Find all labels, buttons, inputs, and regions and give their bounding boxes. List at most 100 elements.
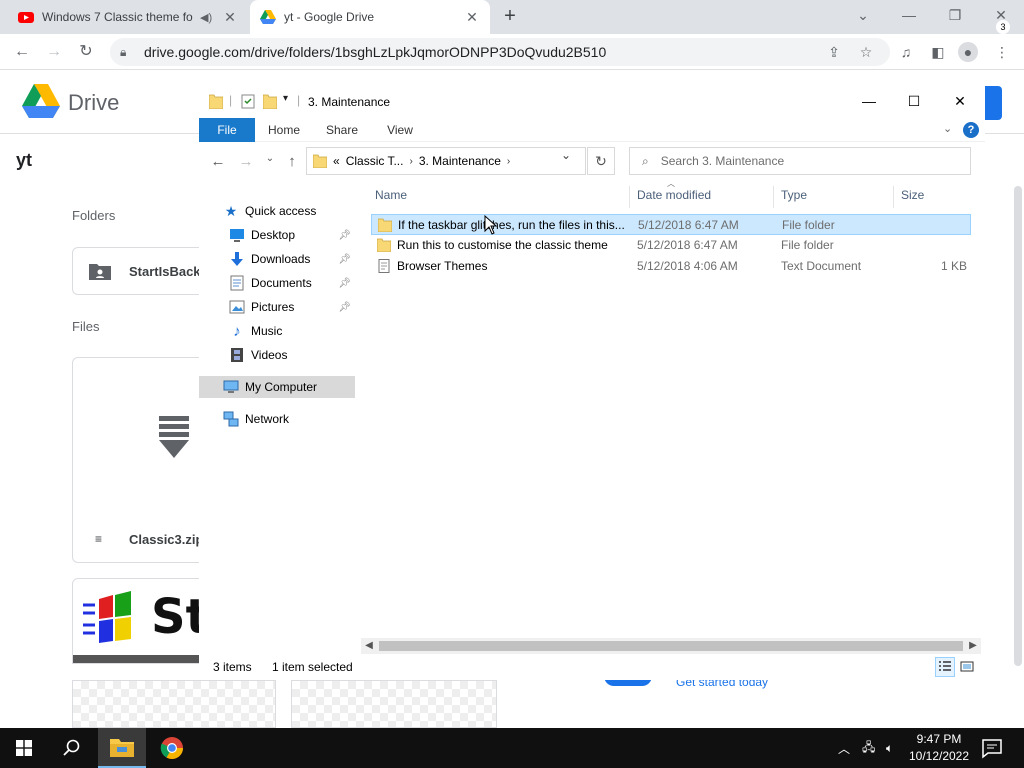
file-row[interactable]: If the taskbar glitches, run the files i… bbox=[371, 214, 971, 235]
close-tab-icon[interactable]: ✕ bbox=[222, 9, 238, 26]
taskbar-clock[interactable]: 9:47 PM 10/12/2022 bbox=[906, 731, 972, 765]
start-button[interactable] bbox=[0, 728, 48, 768]
menu-kebab-icon[interactable]: ⋮ bbox=[992, 42, 1012, 62]
column-header-name[interactable]: Name bbox=[375, 188, 407, 202]
refresh-button[interactable]: ↻ bbox=[587, 147, 615, 175]
nav-network[interactable]: Network bbox=[199, 408, 355, 430]
close-tab-icon[interactable]: ✕ bbox=[464, 9, 480, 26]
ribbon-tab-view[interactable]: View bbox=[377, 118, 423, 142]
network-tray-icon[interactable]: 🖧︎ bbox=[862, 728, 875, 768]
folder-icon bbox=[313, 154, 327, 168]
explorer-search-box[interactable]: ⌕ Search 3. Maintenance bbox=[629, 147, 971, 175]
scroll-right-icon[interactable]: ▶ bbox=[965, 638, 981, 654]
column-divider[interactable] bbox=[893, 186, 894, 208]
expand-ribbon-icon[interactable]: ⌄ bbox=[943, 122, 952, 135]
browser-tab-youtube[interactable]: Windows 7 Classic theme fo ◀) ✕ bbox=[8, 0, 248, 34]
network-icon bbox=[223, 411, 239, 427]
action-center-icon[interactable] bbox=[980, 736, 1004, 760]
scrollbar-thumb[interactable] bbox=[379, 641, 963, 651]
drive-scrollbar[interactable] bbox=[1014, 186, 1022, 666]
pin-icon[interactable]: 📌︎ bbox=[338, 230, 351, 241]
minimize-button[interactable]: — bbox=[886, 0, 932, 30]
new-folder-icon[interactable] bbox=[263, 93, 277, 109]
reload-button[interactable]: ↻ bbox=[74, 40, 98, 64]
forward-button[interactable]: → bbox=[42, 40, 66, 64]
file-list: ︿ Name Date modified Type Size If the ta… bbox=[371, 179, 971, 644]
restore-button[interactable]: ❐ bbox=[932, 0, 978, 30]
column-divider[interactable] bbox=[629, 186, 630, 208]
file-row[interactable]: Browser Themes 5/12/2018 4:06 AM Text Do… bbox=[371, 256, 971, 277]
taskbar-search-button[interactable] bbox=[48, 728, 96, 768]
tab-search-icon[interactable]: ⌄ bbox=[840, 0, 886, 30]
explorer-maximize-button[interactable]: ☐ bbox=[891, 88, 937, 114]
desktop-icon bbox=[230, 229, 244, 242]
column-divider[interactable] bbox=[773, 186, 774, 208]
nav-music[interactable]: ♪ Music bbox=[199, 320, 355, 342]
checker-thumbnail[interactable] bbox=[291, 680, 497, 728]
address-segment[interactable]: 3. Maintenance bbox=[419, 154, 501, 168]
up-level-button[interactable]: ↑ bbox=[283, 153, 301, 170]
explorer-address-bar[interactable]: « Classic T... › 3. Maintenance › bbox=[306, 147, 586, 175]
ribbon-tab-share[interactable]: Share bbox=[319, 118, 365, 142]
taskbar-chrome[interactable] bbox=[148, 728, 196, 768]
nav-downloads[interactable]: Downloads 📌︎ bbox=[199, 248, 355, 270]
explorer-close-button[interactable]: ✕ bbox=[937, 88, 983, 114]
column-header-date[interactable]: Date modified bbox=[637, 188, 711, 202]
nav-my-computer[interactable]: My Computer bbox=[199, 376, 355, 398]
column-header-type[interactable]: Type bbox=[781, 188, 807, 202]
scroll-left-icon[interactable]: ◀ bbox=[361, 638, 377, 654]
back-button[interactable]: ← bbox=[10, 40, 34, 64]
pin-icon[interactable]: 📌︎ bbox=[338, 278, 351, 289]
recent-locations-icon[interactable]: ⌄ bbox=[261, 153, 279, 164]
media-control-icon[interactable]: ♫ bbox=[896, 42, 916, 62]
explorer-forward-button[interactable]: → bbox=[237, 153, 255, 170]
ribbon-tab-home[interactable]: Home bbox=[261, 118, 307, 142]
checker-thumbnail[interactable] bbox=[72, 680, 276, 728]
explorer-back-button[interactable]: ← bbox=[209, 153, 227, 170]
folder-icon bbox=[378, 218, 392, 232]
details-view-button[interactable] bbox=[935, 657, 955, 677]
lock-icon[interactable]: 🔒︎ bbox=[120, 45, 134, 60]
side-panel-icon[interactable]: ◧ bbox=[928, 42, 948, 62]
address-dropdown-icon[interactable]: ⌄ bbox=[561, 148, 571, 162]
browser-tab-bar: Windows 7 Classic theme fo ◀) ✕ yt - Goo… bbox=[0, 0, 1024, 34]
chevron-right-icon[interactable]: › bbox=[409, 156, 412, 167]
explorer-ribbon: File Home Share View ⌄ ? bbox=[199, 118, 985, 142]
new-tab-button[interactable]: + bbox=[498, 5, 522, 29]
nav-quick-access[interactable]: ★ Quick access bbox=[199, 200, 355, 222]
bookmark-star-icon[interactable]: ☆ bbox=[856, 42, 876, 62]
profile-avatar-icon[interactable]: ● bbox=[958, 42, 978, 62]
qat-dropdown-icon[interactable]: ▾ bbox=[283, 93, 288, 109]
file-size: 1 KB bbox=[940, 259, 967, 273]
large-icons-view-button[interactable] bbox=[957, 657, 977, 677]
address-segment[interactable]: Classic T... bbox=[346, 154, 404, 168]
pin-icon[interactable]: 📌︎ bbox=[338, 254, 351, 265]
search-placeholder: Search 3. Maintenance bbox=[660, 154, 785, 168]
tray-overflow-icon[interactable]: ︿ bbox=[838, 728, 850, 768]
nav-desktop[interactable]: Desktop 📌︎ bbox=[199, 224, 355, 246]
horizontal-scrollbar[interactable]: ◀ ▶ bbox=[361, 638, 981, 654]
volume-tray-icon[interactable]: 🔈︎ bbox=[886, 728, 893, 768]
nav-videos[interactable]: Videos bbox=[199, 344, 355, 366]
file-name: Browser Themes bbox=[397, 259, 488, 273]
file-row[interactable]: Run this to customise the classic theme … bbox=[371, 235, 971, 256]
pin-icon[interactable]: 📌︎ bbox=[338, 302, 351, 313]
speaker-icon[interactable]: ◀) bbox=[200, 11, 216, 24]
nav-pictures[interactable]: Pictures 📌︎ bbox=[199, 296, 355, 318]
ribbon-tab-file[interactable]: File bbox=[199, 118, 255, 142]
properties-icon[interactable] bbox=[241, 93, 255, 109]
drive-breadcrumb[interactable]: yt bbox=[16, 150, 32, 171]
help-icon[interactable]: ? bbox=[963, 122, 979, 138]
share-icon[interactable]: ⇪ bbox=[824, 42, 844, 62]
nav-documents[interactable]: Documents 📌︎ bbox=[199, 272, 355, 294]
chevron-right-icon[interactable]: › bbox=[507, 156, 510, 167]
explorer-minimize-button[interactable]: — bbox=[846, 88, 892, 114]
column-header-size[interactable]: Size bbox=[901, 188, 924, 202]
taskbar-file-explorer[interactable] bbox=[98, 728, 146, 768]
browser-tab-drive[interactable]: yt - Google Drive ✕ bbox=[250, 0, 490, 34]
documents-icon bbox=[230, 275, 244, 291]
google-drive-icon bbox=[260, 10, 276, 24]
file-type: File folder bbox=[781, 238, 834, 252]
address-overflow[interactable]: « bbox=[333, 154, 340, 168]
address-bar[interactable]: 🔒︎ drive.google.com/drive/folders/1bsghL… bbox=[110, 38, 890, 66]
